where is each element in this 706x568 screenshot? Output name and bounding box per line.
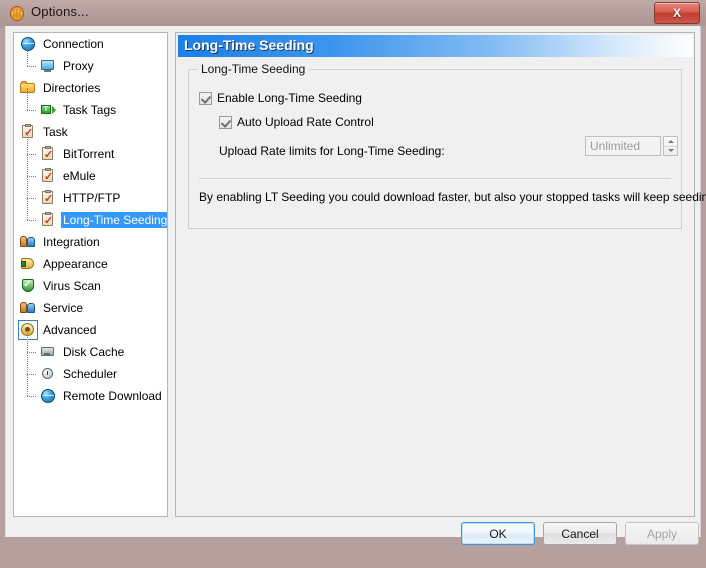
chevron-up-icon xyxy=(667,139,674,143)
long-time-seeding-hint: By enabling LT Seeding you could downloa… xyxy=(199,190,706,204)
auto-upload-rate-control-row[interactable]: Auto Upload Rate Control xyxy=(219,115,374,129)
settings-main-panel: Long-Time Seeding Long-Time Seeding Enab… xyxy=(175,32,706,517)
upload-rate-limit-input[interactable] xyxy=(585,136,661,156)
chevron-down-icon xyxy=(667,149,674,153)
people-icon xyxy=(20,300,36,316)
sidebar-item-label: Proxy xyxy=(63,59,94,73)
auto-upload-rate-control-label: Auto Upload Rate Control xyxy=(237,115,374,129)
sidebar-item-label: Integration xyxy=(43,235,100,249)
title-bar: Options... X xyxy=(0,0,706,26)
sidebar-item-label: Task Tags xyxy=(63,103,117,117)
sidebar-item-task[interactable]: ✓ Task xyxy=(14,121,167,143)
spinner-down-button[interactable] xyxy=(664,147,677,156)
sidebar-item-proxy[interactable]: Proxy xyxy=(14,44,167,77)
sidebar-item-label: Advanced xyxy=(43,323,97,337)
globe-icon xyxy=(40,388,56,404)
upload-rate-limit-label: Upload Rate limits for Long-Time Seeding… xyxy=(219,144,445,158)
clock-icon xyxy=(40,366,56,382)
sidebar-item-label: Connection xyxy=(43,37,104,51)
sidebar-item-label: Task xyxy=(43,125,68,139)
enable-long-time-seeding-label: Enable Long-Time Seeding xyxy=(217,91,362,105)
disk-icon xyxy=(40,344,56,360)
upload-rate-limit-control[interactable] xyxy=(585,136,678,156)
auto-upload-rate-control-checkbox[interactable] xyxy=(219,115,232,129)
sidebar-item-label: HTTP/FTP xyxy=(63,191,121,205)
sidebar-item-directories[interactable]: Directories xyxy=(14,77,167,99)
sidebar-item-label: Disk Cache xyxy=(63,345,125,359)
shield-icon: ✓ xyxy=(20,278,36,294)
sidebar-item-connection[interactable]: Connection xyxy=(14,33,167,55)
sidebar-item-label: Service xyxy=(43,301,84,315)
clipboard-icon: ✓ xyxy=(42,190,54,205)
clipboard-icon: ✓ xyxy=(42,212,54,227)
sidebar-item-task-tags[interactable]: T Task Tags xyxy=(14,88,167,121)
sidebar-item-service[interactable]: Service xyxy=(14,297,167,319)
sidebar-item-label: Long-Time Seeding xyxy=(61,212,168,228)
sidebar-item-emule[interactable]: ✓ eMule xyxy=(14,154,167,187)
sidebar-item-appearance[interactable]: Appearance xyxy=(14,253,167,275)
upload-rate-spinner[interactable] xyxy=(663,136,678,156)
sidebar-item-label: Virus Scan xyxy=(43,279,101,293)
sidebar-item-label: Remote Download xyxy=(63,389,162,403)
sidebar-item-scheduler[interactable]: Scheduler xyxy=(14,352,167,385)
sidebar-item-label: Directories xyxy=(43,81,101,95)
sidebar-item-bittorrent[interactable]: ✓ BitTorrent xyxy=(14,132,167,165)
close-icon: X xyxy=(672,6,681,20)
groupbox-legend: Long-Time Seeding xyxy=(197,62,310,76)
sidebar-item-integration[interactable]: Integration xyxy=(14,231,167,253)
sidebar-item-label: eMule xyxy=(63,169,96,183)
window-title: Options... xyxy=(31,4,89,19)
sidebar-item-advanced[interactable]: Advanced xyxy=(14,319,167,341)
brush-icon xyxy=(20,256,36,272)
clipboard-icon: ✓ xyxy=(42,168,54,183)
options-dialog-window: Options... X Connection Proxy Directories T… xyxy=(0,0,706,545)
people-icon xyxy=(20,234,36,250)
sidebar-item-disk-cache[interactable]: Disk Cache xyxy=(14,330,167,363)
enable-long-time-seeding-checkbox[interactable] xyxy=(199,91,212,105)
clipboard-icon: ✓ xyxy=(42,146,54,161)
sidebar-item-long-time-seeding[interactable]: ✓ Long-Time Seeding xyxy=(14,198,168,231)
sidebar-item-label: Appearance xyxy=(43,257,108,271)
dialog-button-bar: OK Cancel Apply xyxy=(6,522,702,568)
app-orange-icon xyxy=(9,5,25,21)
tag-icon: T xyxy=(40,102,56,118)
sidebar-item-remote-download[interactable]: Remote Download xyxy=(14,374,167,407)
sidebar-item-virus-scan[interactable]: ✓ Virus Scan xyxy=(14,275,167,297)
monitor-icon xyxy=(40,58,56,74)
sidebar-item-label: BitTorrent xyxy=(63,147,115,161)
dialog-client-area: Connection Proxy Directories T Task Tags ✓ Tas… xyxy=(5,26,706,545)
settings-navigation-tree[interactable]: Connection Proxy Directories T Task Tags ✓ Tas… xyxy=(13,32,168,517)
close-button[interactable]: X xyxy=(654,2,700,24)
enable-long-time-seeding-row[interactable]: Enable Long-Time Seeding xyxy=(199,91,362,105)
sidebar-item-label: Scheduler xyxy=(63,367,118,381)
page-header-banner: Long-Time Seeding xyxy=(178,35,693,57)
page-title: Long-Time Seeding xyxy=(184,37,314,53)
long-time-seeding-groupbox: Long-Time Seeding Enable Long-Time Seedi… xyxy=(188,62,706,229)
spinner-up-button[interactable] xyxy=(664,137,677,147)
sidebar-item-http-ftp[interactable]: ✓ HTTP/FTP xyxy=(14,176,167,209)
groupbox-separator xyxy=(199,178,671,179)
